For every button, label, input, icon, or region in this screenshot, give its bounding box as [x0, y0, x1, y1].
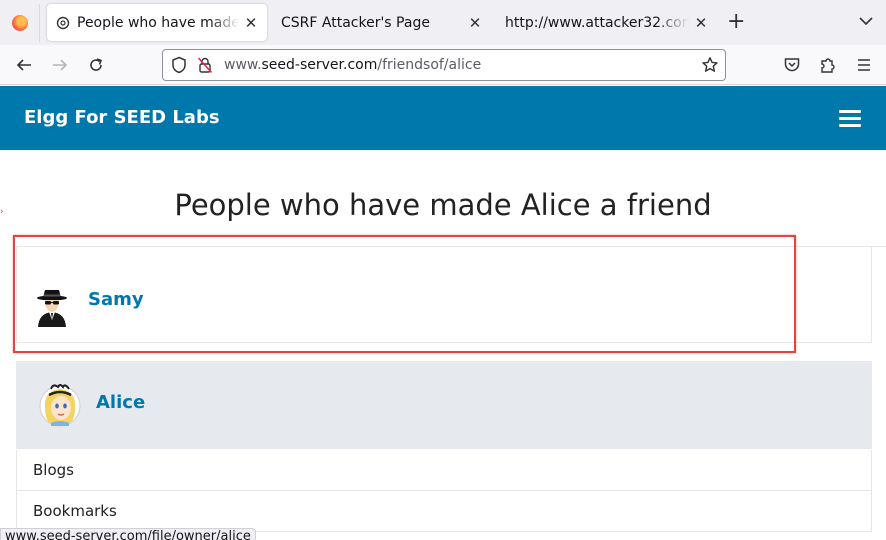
tab-bar: People who have made Alice a friend ✕ CS… [0, 0, 886, 45]
site-title-link[interactable]: Elgg For SEED Labs [24, 107, 220, 128]
tab-csrf-attacker-page[interactable]: CSRF Attacker's Page ✕ [271, 4, 491, 41]
navigation-toolbar: www.seed-server.com/friendsof/alice [0, 45, 886, 85]
tab-people-who-made-alice-friend[interactable]: People who have made Alice a friend ✕ [47, 4, 267, 41]
page-title: People who have made Alice a friend [174, 188, 712, 222]
highlight-annotation-box [13, 235, 796, 353]
tab-close-icon[interactable]: ✕ [689, 14, 713, 32]
site-header: Elgg For SEED Labs [0, 86, 886, 150]
url-path: /friendsof/alice [377, 57, 482, 73]
back-arrow-icon[interactable] [14, 55, 34, 75]
new-tab-plus-icon[interactable]: + [727, 10, 745, 34]
app-menu-icon[interactable] [854, 55, 874, 75]
tab-title: CSRF Attacker's Page [281, 14, 430, 31]
tab-attacker32[interactable]: http://www.attacker32.com/ ✕ [497, 4, 717, 41]
firefox-logo-icon [11, 15, 28, 31]
url-prefix: www. [224, 57, 262, 73]
firefox-view-button[interactable] [0, 4, 40, 42]
pocket-icon[interactable] [782, 55, 802, 75]
insecure-lock-icon[interactable] [195, 55, 215, 75]
owner-menu-bookmarks[interactable]: Bookmarks [16, 491, 872, 532]
url-host: seed-server.com [261, 57, 378, 73]
address-bar[interactable]: www.seed-server.com/friendsof/alice [162, 49, 726, 81]
tab-title: http://www.attacker32.com/ [505, 14, 689, 31]
extensions-puzzle-icon[interactable] [818, 55, 838, 75]
tab-close-icon[interactable]: ✕ [463, 14, 487, 32]
bookmark-star-icon[interactable] [700, 55, 720, 75]
shield-icon[interactable] [169, 55, 189, 75]
avatar-alice-icon[interactable] [39, 383, 81, 427]
status-link-preview: www.seed-server.com/file/owner/alice [0, 528, 256, 540]
url-text[interactable]: www.seed-server.com/friendsof/alice [224, 57, 481, 73]
owner-name-link[interactable]: Alice [96, 392, 145, 413]
elgg-favicon-icon [56, 16, 70, 30]
site-menu-hamburger-icon[interactable] [839, 110, 861, 128]
tab-close-icon[interactable]: ✕ [239, 14, 263, 32]
owner-menu-blogs[interactable]: Blogs [16, 450, 872, 491]
tab-title: People who have made Alice a friend [77, 14, 239, 31]
list-all-tabs-chevron-icon[interactable] [858, 12, 876, 32]
reload-icon[interactable] [86, 55, 106, 75]
forward-arrow-icon[interactable] [50, 55, 70, 75]
